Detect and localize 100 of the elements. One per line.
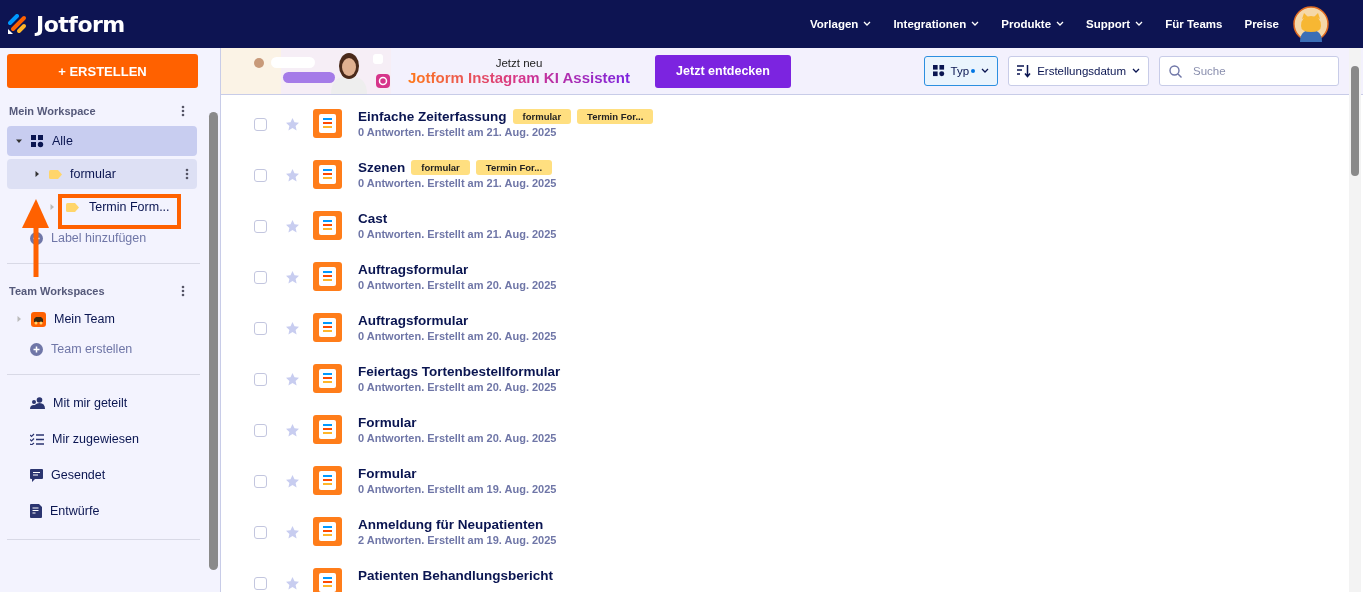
row-checkbox[interactable] (254, 322, 267, 335)
form-meta: 2 Antworten. Erstellt am 19. Aug. 2025 (358, 534, 557, 546)
chevron-icon (1056, 21, 1065, 27)
label-icon (66, 202, 79, 212)
tree-item[interactable]: formular (7, 159, 197, 189)
chevron-icon (1135, 21, 1144, 27)
scrollbar-thumb[interactable] (209, 112, 218, 570)
grid-icon (31, 134, 44, 148)
star-icon[interactable] (286, 577, 299, 590)
row-checkbox[interactable] (254, 373, 267, 386)
form-title[interactable]: Anmeldung für Neupatienten (358, 517, 544, 532)
nav-link[interactable]: Für Teams (1165, 18, 1223, 30)
form-icon (313, 313, 342, 342)
grid-icon (932, 65, 945, 77)
nav-link[interactable]: Vorlagen (810, 18, 872, 30)
type-filter-button[interactable]: Typ (923, 56, 999, 86)
nav-link[interactable]: Produkte (1001, 18, 1065, 30)
more-icon[interactable] (181, 285, 185, 297)
checklist-icon (30, 433, 44, 445)
sidebar-link[interactable]: Mit mir geteilt (0, 385, 207, 421)
add-icon (30, 342, 43, 356)
add-icon (30, 231, 43, 245)
more-icon[interactable] (181, 105, 185, 117)
form-meta: 0 Antworten. Erstellt am 20. Aug. 2025 (358, 381, 558, 393)
row-checkbox[interactable] (254, 169, 267, 182)
sidebar-link[interactable]: Entwürfe (0, 493, 207, 529)
sidebar-link[interactable]: Mir zugewiesen (0, 421, 207, 457)
form-title[interactable]: Szenen (358, 160, 406, 175)
form-tag: formular (411, 160, 470, 175)
row-checkbox[interactable] (254, 577, 267, 590)
row-checkbox[interactable] (254, 424, 267, 437)
team-item[interactable]: Mein Team (0, 304, 207, 334)
star-icon[interactable] (286, 475, 299, 488)
chevron-icon (1132, 68, 1140, 74)
form-title[interactable]: Einfache Zeiterfassung (358, 109, 507, 124)
form-icon (313, 160, 342, 189)
tree-item[interactable]: Termin Form... (48, 192, 194, 222)
form-title[interactable]: Feiertags Tortenbestellformular (358, 364, 561, 379)
sort-button[interactable]: Erstellungsdatum (1008, 56, 1149, 86)
form-icon (313, 415, 342, 444)
star-icon[interactable] (286, 526, 299, 539)
row-checkbox[interactable] (254, 475, 267, 488)
chevron-icon (863, 21, 872, 27)
scrollbar-thumb[interactable] (1351, 66, 1359, 176)
form-icon (313, 364, 342, 393)
form-meta: 0 Antworten. Erstellt am 21. Aug. 2025 (358, 177, 557, 189)
sort-icon (1017, 64, 1032, 78)
form-title[interactable]: Formular (358, 415, 417, 430)
nav-link[interactable]: Support (1086, 18, 1144, 30)
form-meta: 0 Antworten. Erstellt am 20. Aug. 2025 (358, 279, 557, 291)
people-icon (30, 397, 45, 409)
more-icon[interactable] (185, 168, 189, 180)
star-icon[interactable] (286, 424, 299, 437)
label-icon (49, 169, 62, 179)
message-icon (30, 468, 43, 482)
form-icon (313, 211, 342, 240)
star-icon[interactable] (286, 373, 299, 386)
form-title[interactable]: Patienten Behandlungsbericht (358, 568, 554, 583)
form-title[interactable]: Formular (358, 466, 417, 481)
section-title: Mein Workspace (9, 105, 96, 117)
section-title: Team Workspaces (9, 285, 105, 297)
form-icon (313, 466, 342, 495)
search-field[interactable]: Suche (1159, 56, 1339, 86)
form-title[interactable]: Cast (358, 211, 388, 226)
search-icon (1169, 65, 1182, 78)
create-team-link[interactable]: Team erstellen (0, 334, 139, 364)
row-checkbox[interactable] (254, 220, 267, 233)
row-checkbox[interactable] (254, 118, 267, 131)
form-meta: 0 Antworten. Erstellt am 19. Aug. 2025 (358, 483, 557, 495)
team-avatar-icon (31, 311, 46, 327)
caret-icon[interactable] (33, 170, 41, 178)
form-tag: formular (512, 109, 572, 124)
logo-icon (8, 14, 28, 34)
banner-kicker: Jetzt neu (495, 56, 543, 69)
form-icon (313, 517, 342, 546)
avatar-icon[interactable] (1293, 6, 1329, 42)
nav-link[interactable]: Preise (1244, 18, 1279, 30)
form-meta: 0 Antworten. Erstellt am 20. Aug. 2025 (358, 330, 557, 342)
row-checkbox[interactable] (254, 271, 267, 284)
star-icon[interactable] (286, 220, 299, 233)
form-title[interactable]: Auftragsformular (358, 262, 469, 277)
brand-name: Jotform (36, 11, 125, 37)
form-tag: Termin For... (577, 109, 654, 124)
row-checkbox[interactable] (254, 526, 267, 539)
star-icon[interactable] (286, 118, 299, 131)
form-meta: 0 Antworten. Erstellt am 20. Aug. 2025 (358, 432, 557, 444)
chevron-icon (981, 68, 990, 74)
discover-button[interactable]: Jetzt entdecken (655, 54, 791, 88)
nav-link[interactable]: Integrationen (893, 18, 980, 30)
form-meta: 0 Antworten. Erstellt am 21. Aug. 2025 (358, 126, 558, 138)
draft-icon (30, 504, 42, 518)
form-tag: Termin For... (475, 160, 553, 175)
star-icon[interactable] (286, 322, 299, 335)
star-icon[interactable] (286, 271, 299, 284)
caret-icon[interactable] (15, 137, 23, 145)
form-meta: 0 Antworten. Erstellt am 21. Aug. 2025 (358, 228, 557, 240)
star-icon[interactable] (286, 169, 299, 182)
form-title[interactable]: Auftragsformular (358, 313, 469, 328)
sidebar-link[interactable]: Gesendet (0, 457, 207, 493)
tree-item[interactable]: Alle (7, 126, 197, 156)
